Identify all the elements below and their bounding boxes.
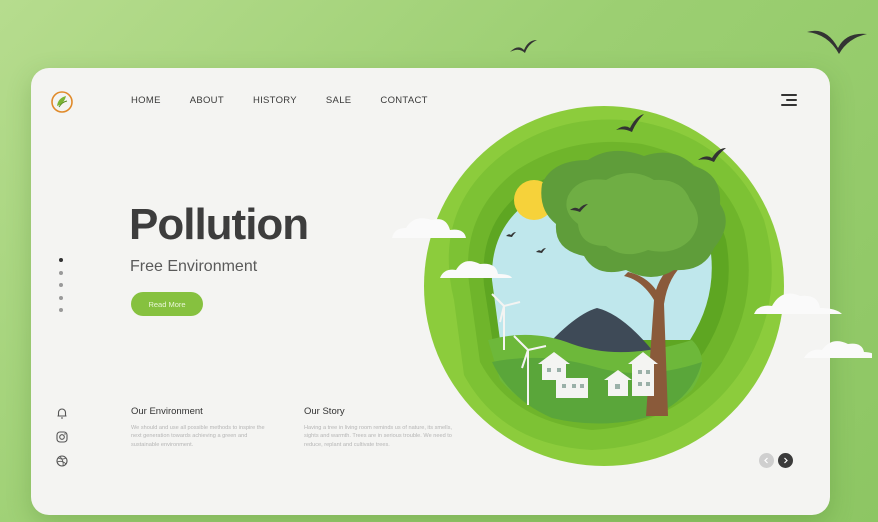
social-links [55,406,69,478]
section-heading: Our Story [304,406,345,417]
slider-dot[interactable] [59,308,63,312]
read-more-button[interactable]: Read More [131,292,203,316]
instagram-icon[interactable] [55,430,69,444]
bird-icon [807,30,867,54]
slider-dot[interactable] [59,295,63,300]
bird-icon [510,40,537,53]
slider-dot[interactable] [59,270,63,275]
nav-item-history[interactable]: HISTORY [253,95,297,106]
dribbble-icon[interactable] [55,454,69,468]
logo-icon[interactable] [50,90,74,114]
page-subtitle: Free Environment [130,258,258,275]
nav-item-sale[interactable]: SALE [326,95,352,106]
slider-dot[interactable] [59,258,63,262]
slider-dots [59,258,63,321]
eco-illustration [392,106,872,466]
main-nav: HOME ABOUT HISTORY SALE CONTACT [131,95,428,106]
section-heading: Our Environment [131,406,203,417]
bell-icon[interactable] [55,406,69,420]
section-text: We should and use all possible methods t… [131,425,265,448]
nav-item-about[interactable]: ABOUT [190,95,224,106]
nav-item-home[interactable]: HOME [131,95,161,106]
slider-dot[interactable] [59,283,63,287]
page-title: Pollution [129,200,309,249]
